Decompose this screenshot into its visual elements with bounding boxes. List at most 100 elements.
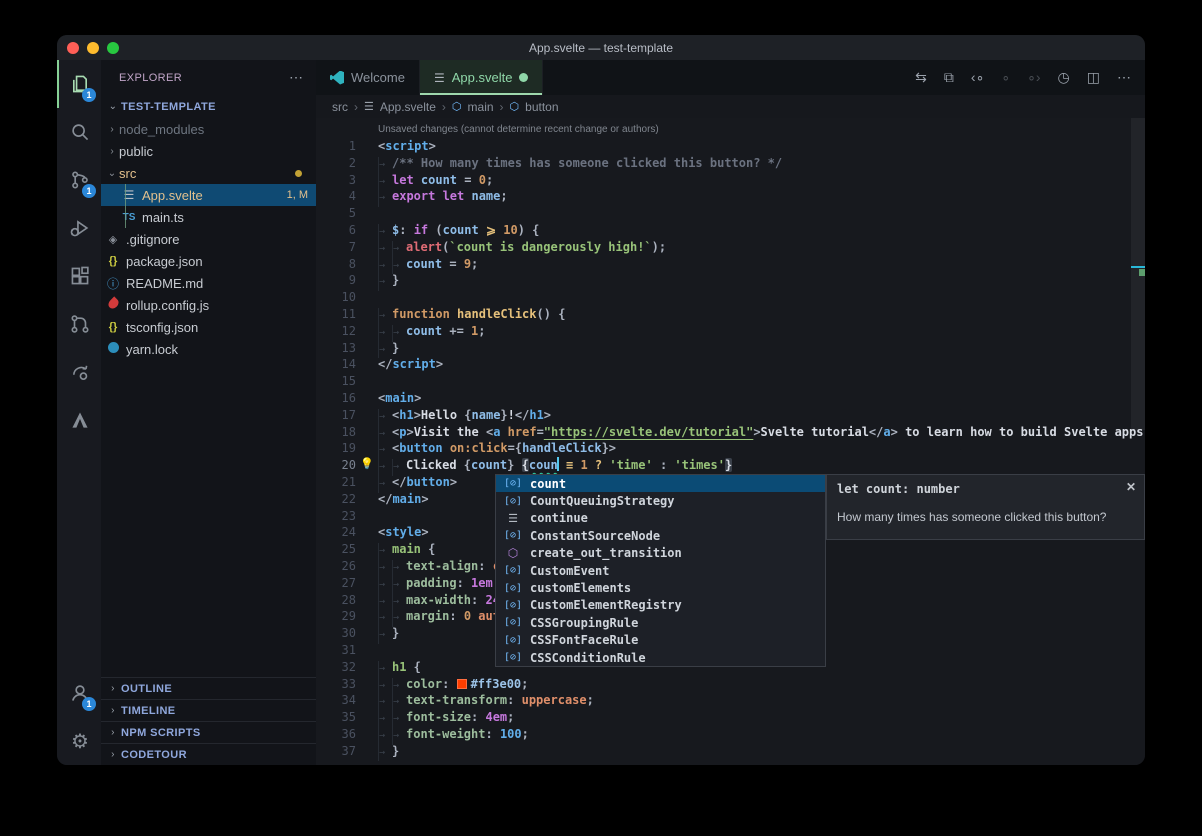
activitybar-github-pr[interactable] [57, 300, 101, 348]
editor-line-19[interactable]: 19→<button on:click={handleClick}> [316, 440, 1145, 457]
activitybar-source-control[interactable]: 1 [57, 156, 101, 204]
file-row-README.md[interactable]: ⓘREADME.md [101, 272, 316, 294]
breadcrumb-item-button[interactable]: button [525, 100, 558, 114]
activitybar-account[interactable]: 1 [57, 669, 101, 717]
breadcrumb-item-src[interactable]: src [332, 100, 348, 114]
folder-row-node_modules[interactable]: ›node_modules [101, 118, 316, 140]
editor-line-18[interactable]: 18→<p>Visit the <a href="https://svelte.… [316, 424, 1145, 441]
file-row-rollup.config.js[interactable]: rollup.config.js [101, 294, 316, 316]
suggest-item-CSSConditionRule[interactable]: [⊘]CSSConditionRule [496, 649, 825, 666]
unsaved-dot-icon[interactable] [519, 73, 528, 82]
file-row-App.svelte[interactable]: ☰App.svelte1, M [101, 184, 316, 206]
editor-line-15[interactable]: 15 [316, 373, 1145, 390]
editor-line-16[interactable]: 16<main> [316, 390, 1145, 407]
editor-line-34[interactable]: 34→→text-transform: uppercase; [316, 692, 1145, 709]
maximize-window-button[interactable] [107, 42, 119, 54]
code-token: uppercase [522, 693, 587, 707]
codelens-annotation[interactable]: Unsaved changes (cannot determine recent… [378, 122, 1145, 138]
file-row-.gitignore[interactable]: ◈ .gitignore [101, 228, 316, 250]
suggest-item-CustomElementRegistry[interactable]: [⊘]CustomElementRegistry [496, 597, 825, 614]
file-tree: ›node_modules›public⌄src☰App.svelte1, MT… [101, 118, 316, 360]
next-change-icon[interactable]: ∘› [1027, 69, 1040, 86]
folder-row-public[interactable]: ›public [101, 140, 316, 162]
file-row-main.ts[interactable]: TSmain.ts [101, 206, 316, 228]
file-label: .gitignore [126, 232, 179, 247]
file-row-tsconfig.json[interactable]: {}tsconfig.json [101, 316, 316, 338]
activitybar-search[interactable] [57, 108, 101, 156]
info-file-icon: ⓘ [105, 275, 121, 292]
gitlens-compare-icon[interactable]: ⇆ [915, 69, 927, 86]
editor-line-33[interactable]: 33→→color: #ff3e00; [316, 676, 1145, 693]
split-editor-icon[interactable]: ◫ [1087, 69, 1100, 86]
suggest-item-CSSGroupingRule[interactable]: [⊘]CSSGroupingRule [496, 614, 825, 631]
code-editor[interactable]: Unsaved changes (cannot determine recent… [316, 118, 1145, 765]
editor-line-35[interactable]: 35→→font-size: 4em; [316, 709, 1145, 726]
suggest-item-ConstantSourceNode[interactable]: [⊘]ConstantSourceNode [496, 527, 825, 544]
editor-line-14[interactable]: 14</script> [316, 356, 1145, 373]
editor-line-36[interactable]: 36→→font-weight: 100; [316, 726, 1145, 743]
code-token: </ [515, 408, 529, 422]
suggest-item-CountQueuingStrategy[interactable]: [⊘]CountQueuingStrategy [496, 492, 825, 509]
current-change-icon[interactable]: ∘ [1001, 69, 1010, 86]
editor-line-20[interactable]: 20→→Clicked {count} {coun ≡ 1 ? 'time' :… [316, 457, 1145, 474]
editor-line-17[interactable]: 17→<h1>Hello {name}!</h1> [316, 407, 1145, 424]
editor-line-1[interactable]: 1<script> [316, 138, 1145, 155]
activitybar-azure[interactable] [57, 396, 101, 444]
tab-app-svelte[interactable]: ☰ App.svelte [420, 60, 543, 95]
previous-change-icon[interactable]: ‹∘ [971, 69, 984, 86]
open-changes-icon[interactable]: ⧉ [944, 69, 954, 86]
line-number: 7 [316, 239, 356, 256]
breadcrumb-item-file[interactable]: App.svelte [380, 100, 436, 114]
tab-welcome[interactable]: Welcome [316, 60, 420, 95]
editor-line-6[interactable]: 6→$: if (count ⩾ 10) { [316, 222, 1145, 239]
editor-line-3[interactable]: 3→let count = 0; [316, 172, 1145, 189]
explorer-more-actions-icon[interactable]: ⋯ [289, 69, 304, 86]
sidebar-section-outline[interactable]: ›OUTLINE [101, 677, 316, 699]
editor-line-11[interactable]: 11→function handleClick() { [316, 306, 1145, 323]
file-row-yarn.lock[interactable]: yarn.lock [101, 338, 316, 360]
suggest-item-CSSFontFaceRule[interactable]: [⊘]CSSFontFaceRule [496, 632, 825, 649]
activitybar-run-debug[interactable] [57, 204, 101, 252]
suggest-item-customElements[interactable]: [⊘]customElements [496, 579, 825, 596]
breadcrumb-item-main[interactable]: main [468, 100, 494, 114]
minimize-window-button[interactable] [87, 42, 99, 54]
title-bar[interactable]: App.svelte — test-template [57, 35, 1145, 60]
editor-line-13[interactable]: 13→} [316, 340, 1145, 357]
sidebar-section-codetour[interactable]: ›CODETOUR [101, 743, 316, 765]
line-number: 1 [316, 138, 356, 155]
activitybar-settings[interactable]: ⚙ [57, 717, 101, 765]
activitybar-explorer[interactable]: 1 [57, 60, 101, 108]
editor-line-10[interactable]: 10 [316, 289, 1145, 306]
suggest-item-CustomEvent[interactable]: [⊘]CustomEvent [496, 562, 825, 579]
editor-line-7[interactable]: 7→→alert(`count is dangerously high!`); [316, 239, 1145, 256]
more-actions-icon[interactable]: ⋯ [1117, 69, 1131, 86]
lightbulb-icon[interactable]: 💡 [360, 457, 374, 470]
editor-line-8[interactable]: 8→→count = 9; [316, 256, 1145, 273]
badge: 1 [82, 697, 96, 711]
close-icon[interactable]: ✕ [1126, 480, 1136, 494]
code-token: ) { [518, 223, 540, 237]
suggest-item-continue[interactable]: ☰continue [496, 510, 825, 527]
editor-line-5[interactable]: 5 [316, 205, 1145, 222]
activitybar-extensions[interactable] [57, 252, 101, 300]
suggest-signature: let count: number [837, 482, 1134, 496]
project-root-row[interactable]: ⌄ TEST-TEMPLATE [101, 95, 316, 118]
editor-line-12[interactable]: 12→→count += 1; [316, 323, 1145, 340]
sidebar-section-npm-scripts[interactable]: ›NPM SCRIPTS [101, 721, 316, 743]
breadcrumb: src › ☰ App.svelte › ⬡ main › ⬡ button [316, 95, 1145, 118]
suggest-item-count[interactable]: [⊘]count [496, 475, 825, 492]
editor-line-9[interactable]: 9→} [316, 272, 1145, 289]
close-window-button[interactable] [67, 42, 79, 54]
suggest-item-create_out_transition[interactable]: ⬡create_out_transition [496, 545, 825, 562]
git-file-icon: ◈ [105, 233, 121, 246]
editor-line-2[interactable]: 2→/** How many times has someone clicked… [316, 155, 1145, 172]
activitybar-live-share[interactable] [57, 348, 101, 396]
folder-row-src[interactable]: ⌄src [101, 162, 316, 184]
editor-scrollbar[interactable] [1131, 118, 1145, 765]
editor-line-4[interactable]: 4→export let name; [316, 188, 1145, 205]
file-history-icon[interactable]: ◷ [1058, 69, 1070, 86]
code-token: ; [478, 324, 485, 338]
editor-line-37[interactable]: 37→} [316, 743, 1145, 760]
sidebar-section-timeline[interactable]: ›TIMELINE [101, 699, 316, 721]
file-row-package.json[interactable]: {}package.json [101, 250, 316, 272]
